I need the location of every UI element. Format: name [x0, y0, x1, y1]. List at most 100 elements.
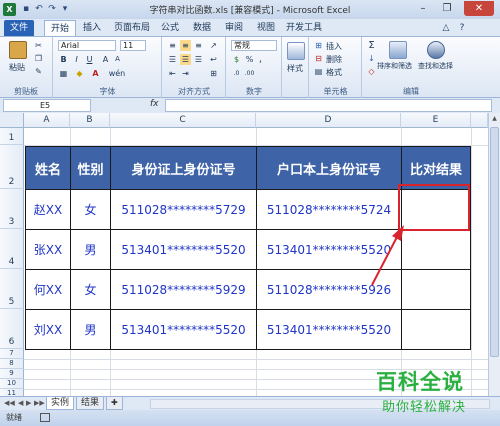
format-cells-label[interactable]: 格式	[326, 67, 342, 78]
row-header[interactable]: 3	[0, 189, 24, 229]
increase-indent-icon[interactable]: ⇥	[180, 68, 191, 79]
row-header[interactable]: 5	[0, 269, 24, 309]
sheet-tab-result[interactable]: 结果	[76, 397, 105, 410]
minimize-button[interactable]: –	[412, 1, 434, 16]
column-header-b[interactable]: B	[70, 113, 110, 128]
delete-cells-icon[interactable]: ⊟	[313, 53, 324, 64]
row-header[interactable]: 6	[0, 309, 24, 349]
table-cell[interactable]: 女	[70, 189, 111, 230]
align-bottom-icon[interactable]: ≡	[193, 40, 204, 51]
scroll-up-icon[interactable]: ▲	[490, 115, 499, 124]
first-sheet-icon[interactable]: ◀◀	[4, 399, 15, 407]
accounting-format-icon[interactable]: $	[231, 54, 242, 65]
row-header[interactable]: 9	[0, 369, 24, 379]
font-name-select[interactable]: Arial	[58, 40, 116, 51]
tab-home[interactable]: 开始	[44, 20, 76, 36]
font-size-select[interactable]: 11	[120, 40, 146, 51]
tab-page-layout[interactable]: 页面布局	[110, 20, 154, 36]
row-header[interactable]: 8	[0, 359, 24, 369]
vertical-scrollbar[interactable]: ▲	[488, 113, 500, 396]
tab-data[interactable]: 数据	[190, 20, 214, 36]
save-icon[interactable]: ▪	[20, 3, 32, 15]
redo-icon[interactable]: ↷	[46, 3, 58, 15]
table-cell[interactable]: 男	[70, 229, 111, 270]
tab-insert[interactable]: 插入	[80, 20, 104, 36]
align-middle-icon[interactable]: ≡	[180, 40, 191, 51]
column-header-e[interactable]: E	[401, 113, 471, 128]
grow-font-button[interactable]: A	[100, 54, 111, 65]
align-left-icon[interactable]: ☰	[167, 54, 178, 65]
tab-formulas[interactable]: 公式	[158, 20, 182, 36]
styles-label[interactable]: 样式	[287, 63, 303, 74]
align-center-icon[interactable]: ☰	[180, 54, 191, 65]
table-cell[interactable]: 513401********5520	[256, 309, 402, 350]
underline-button[interactable]: U	[84, 54, 95, 65]
sort-filter-icon[interactable]	[389, 41, 407, 59]
sheet-tab-example[interactable]: 实例	[46, 397, 75, 410]
format-cells-icon[interactable]: ▤	[313, 66, 324, 77]
table-cell[interactable]	[401, 229, 471, 270]
cut-icon[interactable]: ✂	[33, 40, 44, 51]
name-box[interactable]: E5	[3, 99, 91, 112]
phonetic-button[interactable]: wén	[106, 68, 128, 79]
table-cell[interactable]: 513401********5520	[110, 309, 257, 350]
comma-button[interactable]: ，	[257, 54, 268, 65]
next-sheet-icon[interactable]: ▶	[26, 399, 31, 407]
paste-icon[interactable]	[9, 41, 27, 59]
last-sheet-icon[interactable]: ▶▶	[34, 399, 45, 407]
table-cell[interactable]: 女	[70, 269, 111, 310]
delete-cells-label[interactable]: 删除	[326, 54, 342, 65]
align-right-icon[interactable]: ☰	[193, 54, 204, 65]
ribbon-collapse-icon[interactable]: △	[440, 20, 452, 36]
quick-access-dropdown-icon[interactable]: ▾	[59, 3, 71, 15]
insert-cells-icon[interactable]: ⊞	[313, 40, 324, 51]
column-header-c[interactable]: C	[110, 113, 256, 128]
table-cell[interactable]: 张XX	[25, 229, 71, 270]
number-format-select[interactable]: 常规	[231, 40, 277, 51]
column-header-f[interactable]	[471, 113, 488, 128]
shrink-font-button[interactable]: A	[112, 54, 123, 65]
row-header[interactable]: 4	[0, 229, 24, 269]
sort-filter-label[interactable]: 排序和筛选	[377, 61, 412, 71]
font-color-icon[interactable]: A	[90, 68, 101, 79]
excel-app-icon[interactable]: X	[3, 3, 16, 16]
table-cell[interactable]: 何XX	[25, 269, 71, 310]
autosum-button[interactable]: Σ	[366, 40, 377, 51]
italic-button[interactable]: I	[71, 54, 82, 65]
prev-sheet-icon[interactable]: ◀	[18, 399, 23, 407]
formula-input[interactable]	[165, 99, 492, 112]
wrap-text-icon[interactable]: ↩	[208, 54, 219, 65]
select-all-corner[interactable]	[0, 113, 24, 128]
fill-color-icon[interactable]: ◆	[74, 68, 85, 79]
copy-icon[interactable]: ❐	[33, 53, 44, 64]
table-cell[interactable]	[401, 309, 471, 350]
help-icon[interactable]: ?	[456, 20, 468, 36]
find-select-label[interactable]: 查找和选择	[418, 61, 453, 71]
increase-decimal-icon[interactable]: .0	[231, 68, 242, 79]
tab-review[interactable]: 审阅	[222, 20, 246, 36]
insert-cells-label[interactable]: 插入	[326, 41, 342, 52]
column-header-d[interactable]: D	[256, 113, 401, 128]
column-header-a[interactable]: A	[24, 113, 70, 128]
format-painter-icon[interactable]: ✎	[33, 66, 44, 77]
tab-developer[interactable]: 开发工具	[284, 20, 324, 36]
worksheet-grid[interactable]: A B C D E 1 2 3 4 5 6 7 8 9 10 11 姓名 性别 …	[0, 113, 488, 396]
header-cell-household-id[interactable]: 户口本上身份证号	[256, 146, 402, 190]
macro-record-icon[interactable]	[40, 413, 50, 422]
border-icon[interactable]: ▦	[58, 68, 69, 79]
header-cell-gender[interactable]: 性别	[70, 146, 111, 190]
styles-icon[interactable]	[287, 42, 305, 60]
row-header[interactable]: 10	[0, 379, 24, 389]
align-top-icon[interactable]: ≡	[167, 40, 178, 51]
row-header[interactable]: 2	[0, 145, 24, 189]
new-sheet-icon[interactable]: ✚	[106, 397, 123, 410]
table-cell[interactable]: 513401********5520	[110, 229, 257, 270]
merge-center-icon[interactable]: ⊞	[208, 68, 219, 79]
header-cell-id-card[interactable]: 身份证上身份证号	[110, 146, 257, 190]
row-header[interactable]: 1	[0, 128, 24, 145]
maximize-button[interactable]: ❐	[436, 1, 458, 16]
orientation-icon[interactable]: ↗	[208, 40, 219, 51]
decrease-indent-icon[interactable]: ⇤	[167, 68, 178, 79]
table-cell[interactable]: 511028********5929	[110, 269, 257, 310]
insert-function-icon[interactable]: fx	[150, 99, 159, 109]
